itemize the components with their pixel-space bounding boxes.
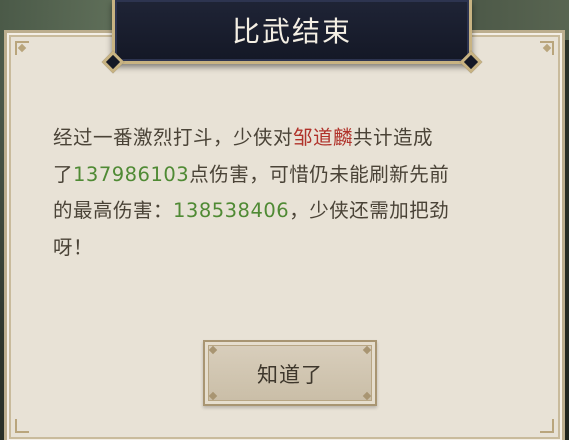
- corner-ornament-bottom-left: [15, 419, 29, 433]
- title-banner: 比武结束: [112, 0, 472, 64]
- dialog-title: 比武结束: [231, 15, 352, 48]
- button-ornament: [362, 391, 372, 401]
- ornament-dot: [17, 43, 27, 53]
- corner-ornament-top-left: [15, 41, 29, 55]
- message-text: 呀！: [53, 235, 94, 259]
- button-ornament: [362, 345, 372, 355]
- opponent-name: 邹道麟: [293, 126, 354, 149]
- message-text: 点伤害，可惜仍未能刷新先前: [189, 162, 450, 186]
- ornament-dot: [542, 43, 552, 53]
- message-text: 的最高伤害：: [53, 199, 174, 222]
- button-ornament: [208, 391, 218, 401]
- message-text: 经过一番激烈打斗，少侠对: [53, 126, 294, 149]
- message-line-2: 了137986103点伤害，可惜仍未能刷新先前: [53, 157, 533, 194]
- message-text: 共计造成: [353, 126, 434, 149]
- result-message: 经过一番激烈打斗，少侠对邹道麟共计造成 了137986103点伤害，可惜仍未能刷…: [53, 120, 533, 266]
- best-damage-value: 138538406: [173, 199, 290, 222]
- button-ornament: [208, 345, 218, 355]
- ok-button[interactable]: 知道了: [203, 340, 377, 406]
- ok-button-label: 知道了: [257, 363, 323, 387]
- game-scene: 比武结束 经过一番激烈打斗，少侠对邹道麟共计造成 了137986103点伤害，可…: [0, 0, 569, 440]
- message-line-4: 呀！: [53, 230, 533, 267]
- message-text: 了: [53, 162, 74, 186]
- corner-ornament-bottom-right: [540, 419, 554, 433]
- corner-ornament-top-right: [540, 41, 554, 55]
- damage-dealt-value: 137986103: [73, 162, 190, 186]
- message-line-3: 的最高伤害：138538406，少侠还需加把劲: [53, 193, 533, 230]
- message-line-1: 经过一番激烈打斗，少侠对邹道麟共计造成: [53, 120, 533, 157]
- message-text: ，少侠还需加把劲: [289, 199, 450, 222]
